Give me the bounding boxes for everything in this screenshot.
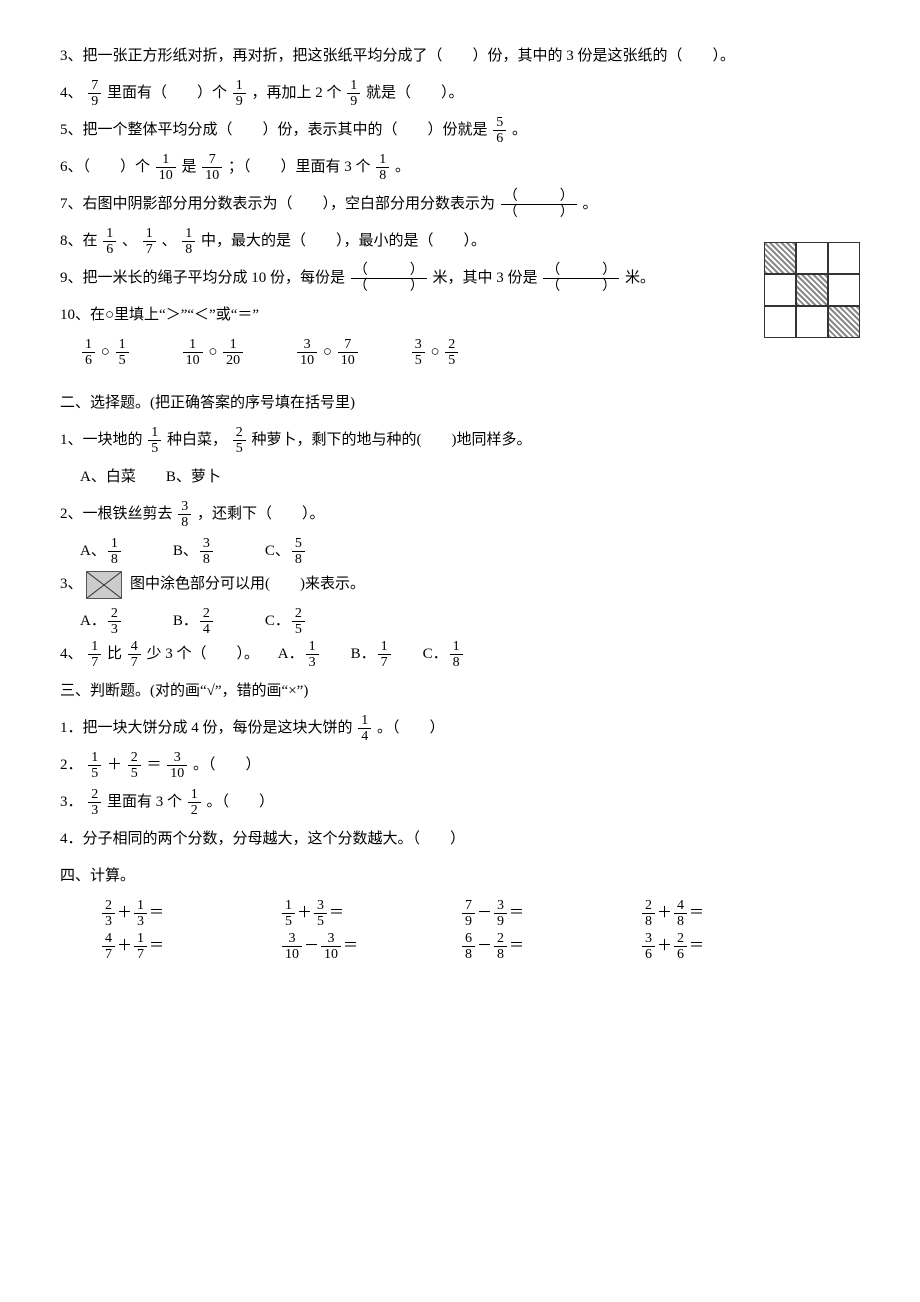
- fraction: 56: [493, 115, 506, 147]
- text: 。: [583, 196, 598, 212]
- fraction: 19: [233, 78, 246, 110]
- fraction: 710: [202, 152, 222, 184]
- fraction: 18: [376, 152, 389, 184]
- fraction: 17: [143, 226, 156, 258]
- calc-heading: 四、计算。: [60, 860, 860, 893]
- calc-row-2: 47＋17＝ 310－310＝ 68－28＝ 36＋26＝: [100, 930, 860, 963]
- choice-q2-opts: A、18 B、38 C、58: [60, 535, 860, 568]
- choice-q4: 4、 17 比 47 少 3 个（ ）。 A．13 B．17 C．18: [60, 638, 860, 671]
- fraction: 19: [347, 78, 360, 110]
- choice-q1: 1、一块地的 15 种白菜， 25 种萝卜，剩下的地与种的( )地同样多。: [60, 424, 860, 457]
- fraction-blank: （ ）（ ）: [543, 263, 619, 295]
- fraction: 16: [103, 226, 116, 258]
- judge-q4: 4．分子相同的两个分数，分母越大，这个分数越大。（ ）: [60, 823, 860, 856]
- fill-q3: 3、把一张正方形纸对折，再对折，把这张纸平均分成了（ ）份，其中的 3 份是这张…: [60, 40, 860, 73]
- judge-heading: 三、判断题。(对的画“√”，错的画“×”): [60, 675, 860, 708]
- shaded-rectangle-icon: [86, 571, 122, 599]
- fraction-blank: （ ）（ ）: [501, 189, 577, 221]
- judge-q2: 2． 15 ＋ 25 ＝ 310 。（ ）: [60, 749, 860, 782]
- choice-q3: 3、 图中涂色部分可以用( )来表示。: [60, 568, 860, 601]
- fill-q10-head: 10、在○里填上“＞”“＜”或“＝”: [60, 299, 860, 332]
- shaded-grid-figure: [764, 242, 860, 338]
- text: 就是（ ）。: [366, 85, 464, 101]
- text: 7、右图中阴影部分用分数表示为（ ），空白部分用分数表示为: [60, 196, 495, 212]
- text: 中，最大的是（ ），最小的是（ ）。: [201, 233, 486, 249]
- text: 4、: [60, 85, 83, 101]
- text: 9、把一米长的绳子平均分成 10 份，每份是: [60, 270, 345, 286]
- fraction: 79: [88, 78, 101, 110]
- fraction: 110: [156, 152, 176, 184]
- calc-row-1: 23＋13＝ 15＋35＝ 79－39＝ 28＋48＝: [100, 897, 860, 930]
- text: 5、把一个整体平均分成（ ）份，表示其中的（ ）份就是: [60, 122, 488, 138]
- text: 里面有（ ）个: [107, 85, 227, 101]
- fill-q8: 8、在 16 、 17 、 18 中，最大的是（ ），最小的是（ ）。: [60, 225, 860, 258]
- fill-q5: 5、把一个整体平均分成（ ）份，表示其中的（ ）份就是 56 。: [60, 114, 860, 147]
- fraction: 18: [182, 226, 195, 258]
- text: ，再加上 2 个: [252, 85, 342, 101]
- judge-q3: 3． 23 里面有 3 个 12 。（ ）: [60, 786, 860, 819]
- text: 、: [162, 233, 177, 249]
- text: 。: [512, 122, 527, 138]
- text: 、: [122, 233, 137, 249]
- fraction-blank: （ ）（ ）: [351, 263, 427, 295]
- text: 米，其中 3 份是: [433, 270, 538, 286]
- choice-q3-opts: A．23 B．24 C．25: [60, 605, 860, 638]
- choice-heading: 二、选择题。(把正确答案的序号填在括号里): [60, 387, 860, 420]
- fill-q10-items: 16 ○ 15 110 ○ 120 310 ○ 710 35 ○ 25: [60, 336, 860, 369]
- text: 6、（ ）个: [60, 159, 150, 175]
- fill-q6: 6、（ ）个 110 是 710 ；（ ）里面有 3 个 18 。: [60, 151, 860, 184]
- judge-q1: 1．把一块大饼分成 4 份，每份是这块大饼的 14 。（ ）: [60, 712, 860, 745]
- fill-q9: 9、把一米长的绳子平均分成 10 份，每份是 （ ）（ ） 米，其中 3 份是 …: [60, 262, 860, 295]
- text: ；（ ）里面有 3 个: [228, 159, 371, 175]
- text: 是: [182, 159, 197, 175]
- text: 。: [395, 159, 410, 175]
- fill-q4: 4、 79 里面有（ ）个 19 ，再加上 2 个 19 就是（ ）。: [60, 77, 860, 110]
- text: 米。: [625, 270, 655, 286]
- text: 8、在: [60, 233, 98, 249]
- choice-q1-opts: A、白菜 B、萝卜: [60, 461, 860, 494]
- fill-q7: 7、右图中阴影部分用分数表示为（ ），空白部分用分数表示为 （ ）（ ） 。: [60, 188, 860, 221]
- choice-q2: 2、一根铁丝剪去 38 ，还剩下（ ）。: [60, 498, 860, 531]
